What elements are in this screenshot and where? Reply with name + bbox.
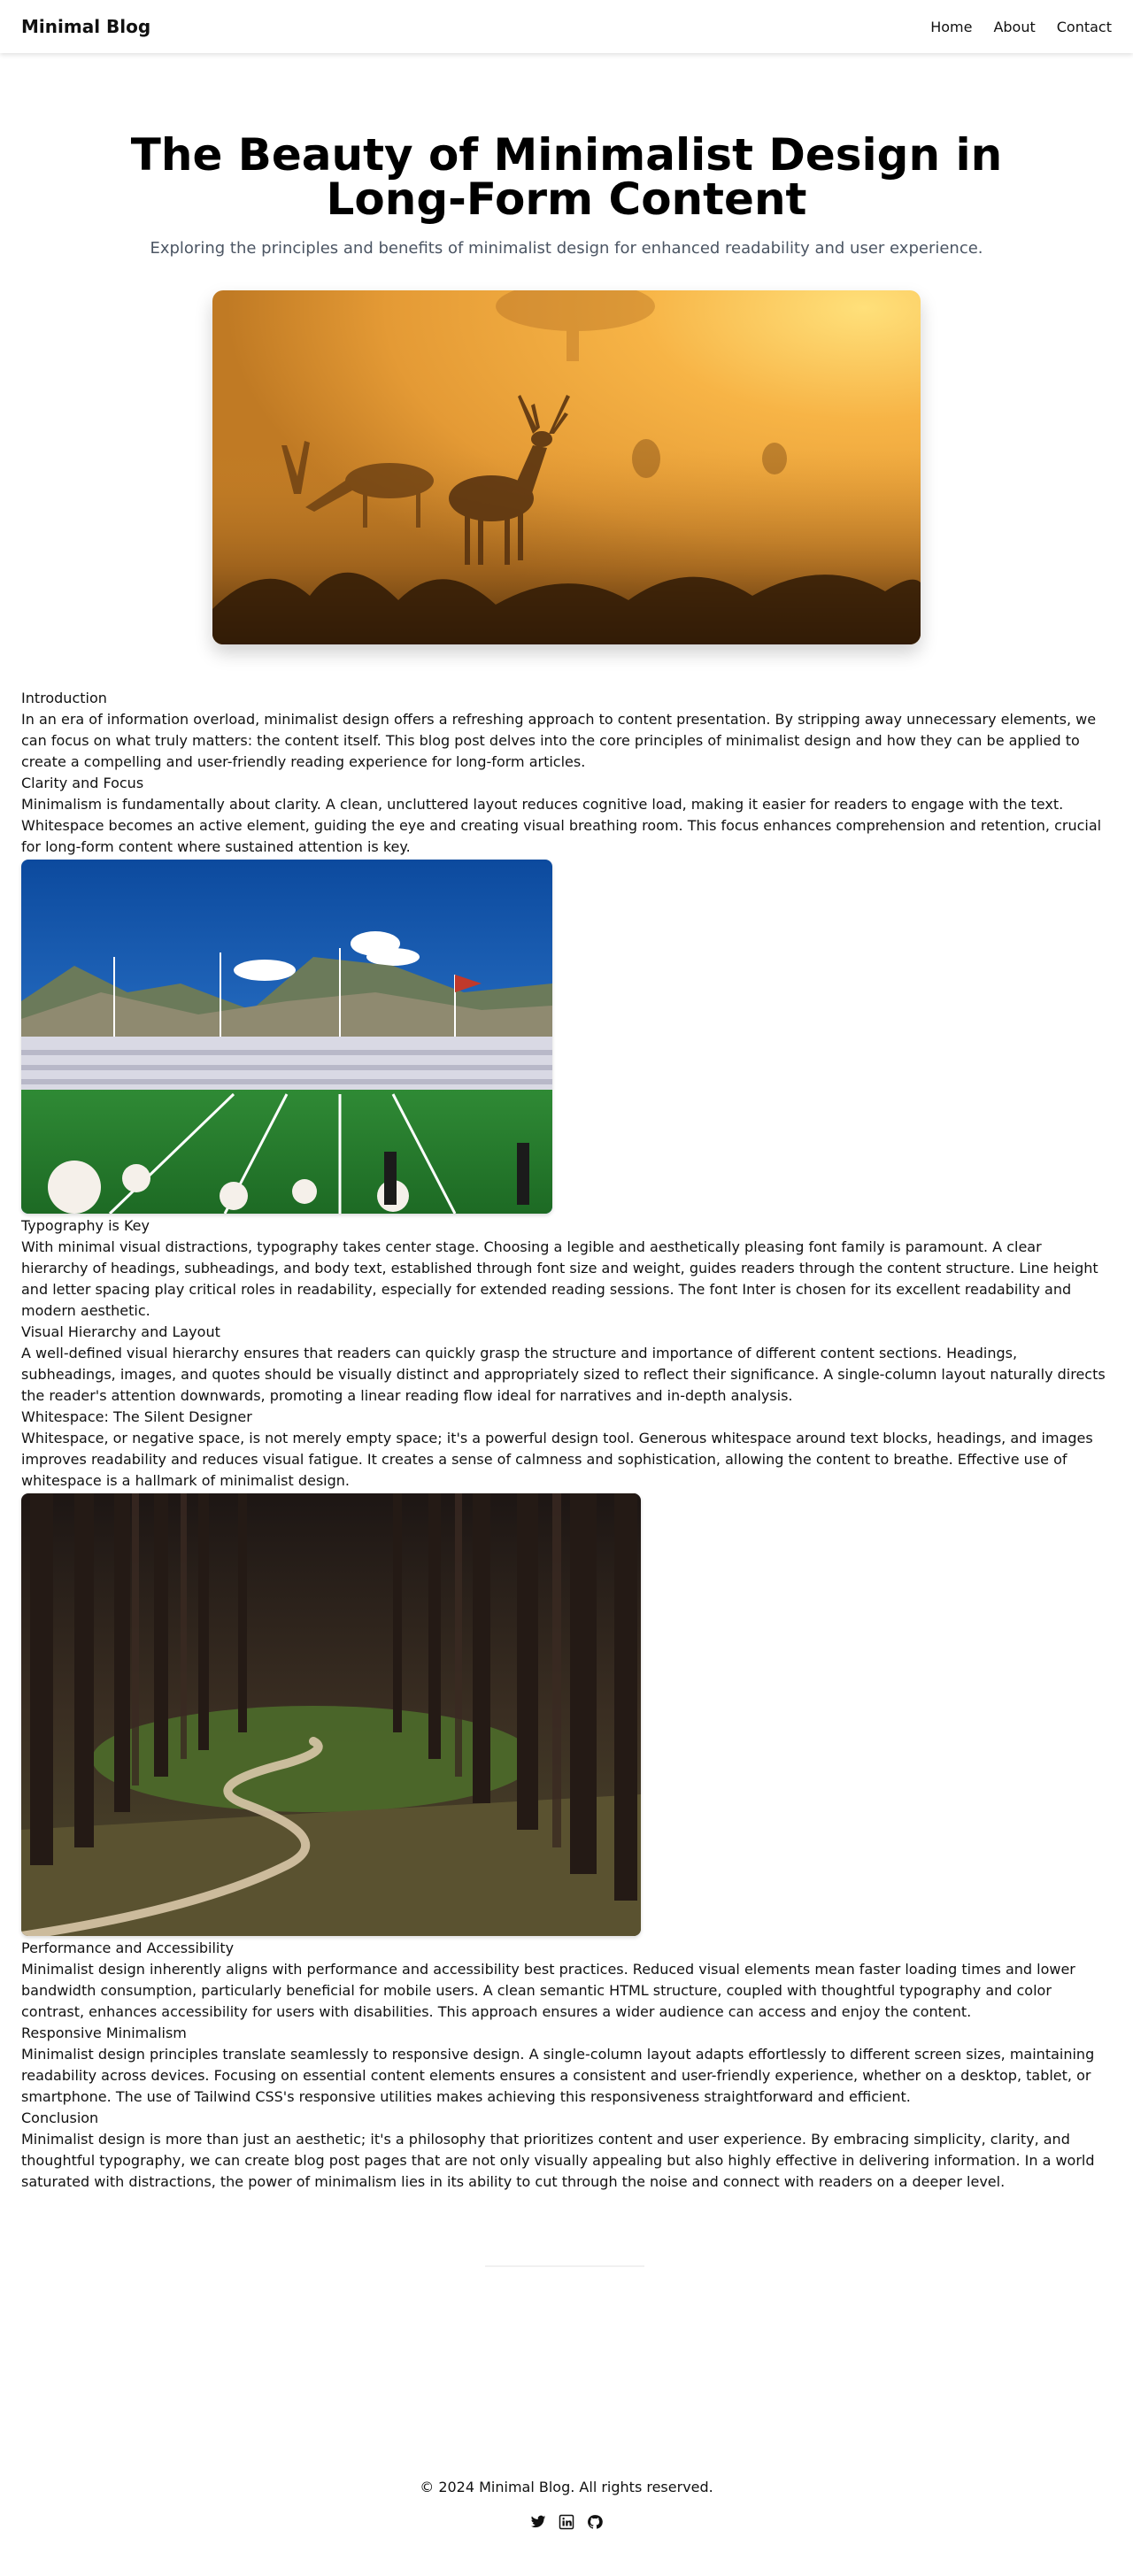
hero-image-deer	[212, 290, 921, 644]
paragraph-conclusion: Minimalist design is more than just an a…	[21, 2131, 1095, 2190]
paragraph-introduction: In an era of information overload, minim…	[21, 711, 1097, 770]
paragraph-performance: Minimalist design inherently aligns with…	[21, 1961, 1075, 2020]
paragraph-typography: With minimal visual distractions, typogr…	[21, 1238, 1098, 1319]
github-icon[interactable]	[587, 2514, 603, 2530]
site-header: Minimal Blog Home About Contact	[0, 0, 1133, 53]
section-heading-responsive: Responsive Minimalism	[21, 2025, 187, 2041]
forest-path-image	[21, 1493, 641, 1936]
page-subtitle: Exploring the principles and benefits of…	[150, 239, 983, 258]
page-title: The Beauty of Minimalist Design in Long-…	[130, 129, 1003, 225]
article-body: Introduction In an era of information ov…	[21, 688, 1112, 2193]
section-heading-typography: Typography is Key	[21, 1217, 150, 1234]
content-divider	[485, 2265, 644, 2267]
section-heading-clarity: Clarity and Focus	[21, 775, 144, 791]
linkedin-icon[interactable]	[559, 2514, 574, 2530]
site-brand[interactable]: Minimal Blog	[21, 16, 150, 37]
section-heading-performance: Performance and Accessibility	[21, 1940, 235, 1956]
paragraph-responsive: Minimalist design principles translate s…	[21, 2046, 1095, 2105]
main-nav: Home About Contact	[930, 19, 1112, 35]
footer-copyright: © 2024 Minimal Blog. All rights reserved…	[420, 2479, 713, 2495]
section-heading-hierarchy: Visual Hierarchy and Layout	[21, 1323, 220, 1340]
nav-about-link[interactable]: About	[993, 19, 1035, 35]
section-heading-introduction: Introduction	[21, 690, 107, 706]
paragraph-clarity: Minimalism is fundamentally about clarit…	[21, 796, 1102, 855]
stadium-image	[21, 860, 552, 1214]
twitter-icon[interactable]	[530, 2514, 546, 2530]
paragraph-whitespace: Whitespace, or negative space, is not me…	[21, 1430, 1093, 1489]
nav-home-link[interactable]: Home	[930, 19, 972, 35]
section-heading-conclusion: Conclusion	[21, 2109, 99, 2126]
social-links	[0, 2514, 1133, 2530]
nav-contact-link[interactable]: Contact	[1057, 19, 1112, 35]
section-heading-whitespace: Whitespace: The Silent Designer	[21, 1408, 252, 1425]
paragraph-hierarchy: A well-defined visual hierarchy ensures …	[21, 1345, 1106, 1404]
